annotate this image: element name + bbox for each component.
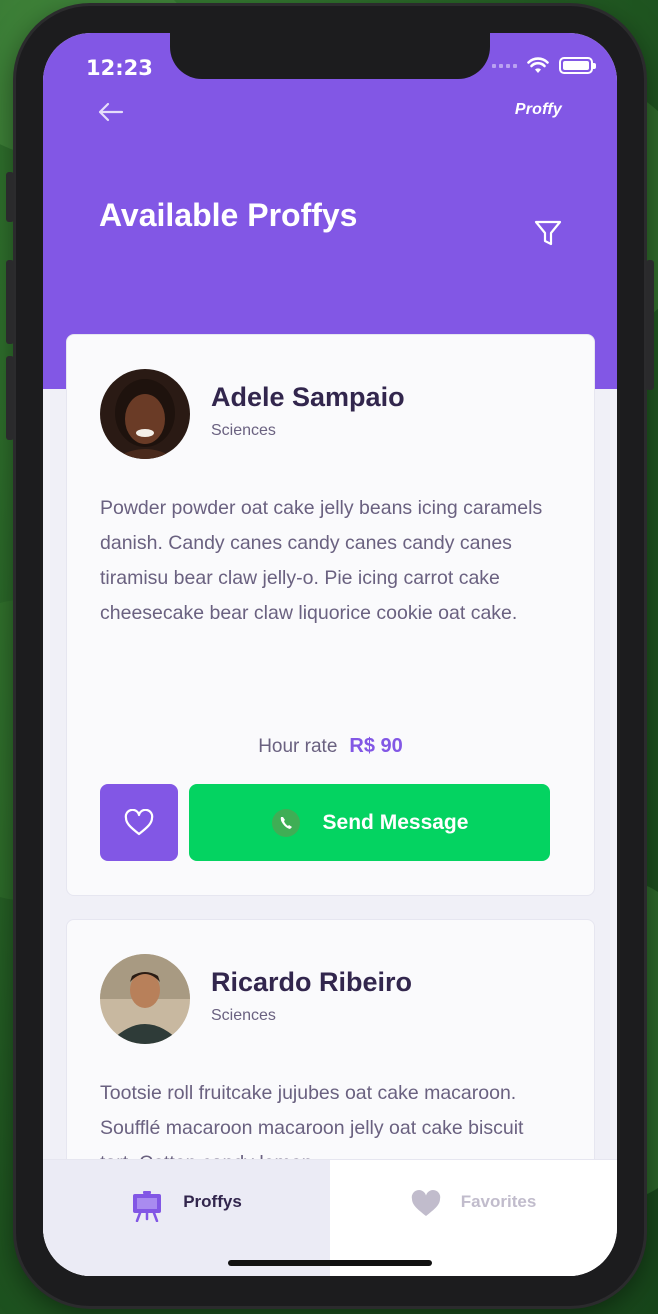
teacher-name: Adele Sampaio <box>211 382 405 412</box>
tab-favorites[interactable]: Favorites <box>330 1160 617 1276</box>
teacher-subject: Sciences <box>211 422 276 439</box>
whatsapp-icon <box>271 808 300 837</box>
teacher-card: Adele Sampaio Sciences Powder powder oat… <box>66 334 595 896</box>
heart-icon <box>124 808 154 835</box>
filter-icon[interactable] <box>533 218 563 248</box>
cellular-signal-icon <box>492 63 517 68</box>
brand-logo: Proffy <box>514 101 562 118</box>
avatar <box>100 369 190 459</box>
heart-icon <box>411 1190 440 1216</box>
send-message-button[interactable]: Send Message <box>189 784 550 861</box>
back-arrow-icon[interactable] <box>95 97 125 127</box>
battery-icon <box>559 57 596 74</box>
status-icons <box>492 57 596 74</box>
wifi-icon <box>527 57 549 73</box>
tab-favorites-label: Favorites <box>460 1192 537 1211</box>
send-message-label: Send Message <box>322 810 469 834</box>
price-value: R$ 90 <box>349 735 403 757</box>
teacher-bio: Powder powder oat cake jelly beans icing… <box>100 497 543 624</box>
tab-proffys[interactable]: Proffys <box>43 1160 330 1276</box>
notch <box>170 33 490 79</box>
app-screen: 12:23 Proffy Available Proffys Adele Sam… <box>43 33 617 1276</box>
tab-proffys-label: Proffys <box>183 1192 242 1211</box>
teacher-name: Ricardo Ribeiro <box>211 967 413 997</box>
favorite-button[interactable] <box>100 784 178 861</box>
status-time: 12:23 <box>86 56 153 80</box>
tab-bar: Proffys Favorites <box>43 1159 617 1276</box>
easel-icon <box>133 1191 162 1222</box>
home-indicator <box>228 1260 432 1266</box>
price-row: Hour rate R$ 90 <box>67 735 594 758</box>
teacher-subject: Sciences <box>211 1007 276 1024</box>
avatar <box>100 954 190 1044</box>
price-label: Hour rate <box>258 736 338 757</box>
page-title: Available Proffys <box>99 197 358 233</box>
